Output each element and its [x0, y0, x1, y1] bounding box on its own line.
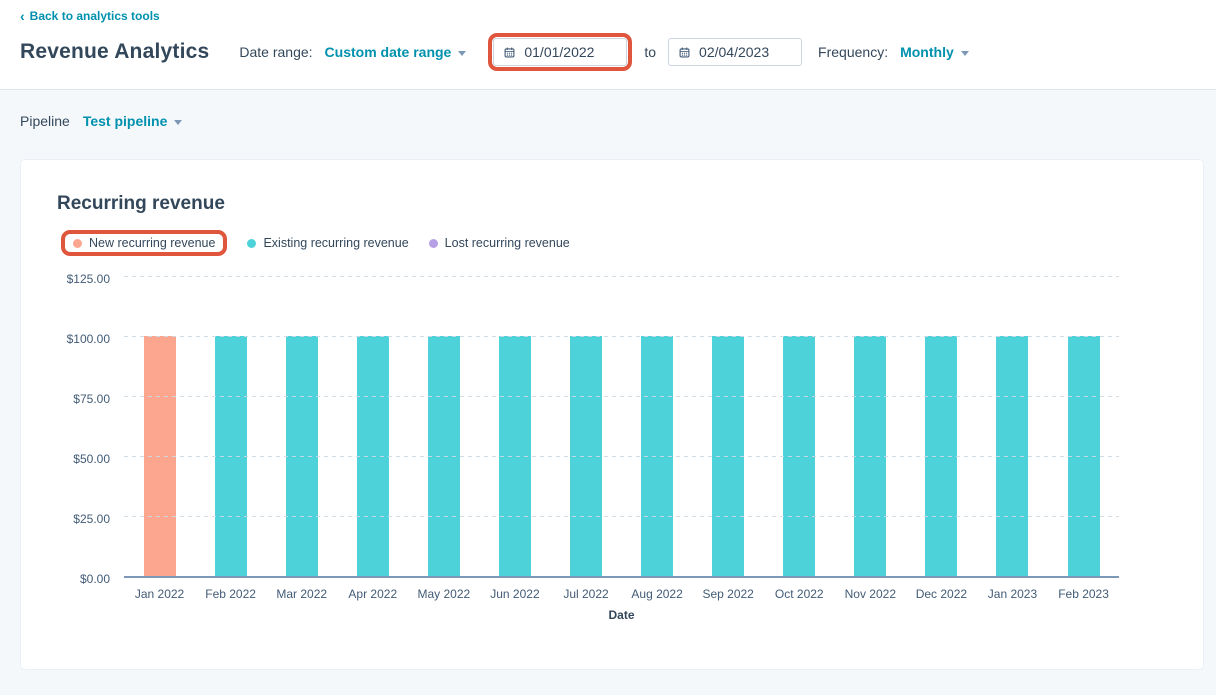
- legend-dot-existing-icon: [247, 239, 256, 248]
- chevron-down-icon: [961, 51, 969, 56]
- y-tick-label: $50.00: [73, 452, 110, 466]
- chart-legend: New recurring revenue Existing recurring…: [61, 230, 1203, 256]
- legend-label: New recurring revenue: [89, 236, 215, 250]
- bar-cell: [550, 278, 621, 576]
- x-axis-labels: Jan 2022Feb 2022Mar 2022Apr 2022May 2022…: [124, 587, 1119, 601]
- bar-cell: [195, 278, 266, 576]
- legend-label: Lost recurring revenue: [445, 236, 570, 250]
- pipeline-value: Test pipeline: [83, 113, 168, 129]
- bar-cell: [693, 278, 764, 576]
- page-header: ‹ Back to analytics tools Revenue Analyt…: [0, 0, 1216, 90]
- x-tick-label: Feb 2022: [195, 587, 266, 601]
- x-tick-label: Jan 2022: [124, 587, 195, 601]
- bar-cell: [906, 278, 977, 576]
- y-tick-label: $125.00: [67, 272, 110, 286]
- legend-item-new-recurring-revenue[interactable]: New recurring revenue: [73, 236, 215, 250]
- header-row: Revenue Analytics Date range: Custom dat…: [20, 33, 1216, 71]
- frequency-value: Monthly: [900, 44, 954, 60]
- x-tick-label: Jun 2022: [479, 587, 550, 601]
- pipeline-dropdown[interactable]: Test pipeline: [83, 113, 183, 129]
- date-controls: Date range: Custom date range: [239, 33, 968, 71]
- chevron-down-icon: [174, 120, 182, 125]
- frequency-dropdown[interactable]: Monthly: [900, 44, 969, 60]
- plot-area: [124, 278, 1119, 578]
- bar-cell: [1048, 278, 1119, 576]
- y-tick-label: $0.00: [80, 572, 110, 586]
- end-date-field[interactable]: [699, 44, 791, 60]
- y-tick-label: $100.00: [67, 332, 110, 346]
- page-content: Pipeline Test pipeline Recurring revenue…: [0, 90, 1216, 670]
- date-range-dropdown[interactable]: Custom date range: [325, 44, 467, 60]
- annotation-start-date-highlight: [488, 33, 632, 71]
- date-range-value: Custom date range: [325, 44, 452, 60]
- bar-cell: [835, 278, 906, 576]
- y-tick-label: $75.00: [73, 392, 110, 406]
- x-axis-title: Date: [124, 608, 1119, 622]
- x-tick-label: Dec 2022: [906, 587, 977, 601]
- bars: [124, 278, 1119, 576]
- bar-chart: $0.00$25.00$50.00$75.00$100.00$125.00 Ja…: [21, 278, 1203, 622]
- chart-title: Recurring revenue: [57, 193, 1203, 215]
- x-tick-label: Aug 2022: [622, 587, 693, 601]
- x-tick-label: Apr 2022: [337, 587, 408, 601]
- back-link-label: Back to analytics tools: [30, 9, 160, 23]
- gridline: [124, 456, 1119, 457]
- legend-item-existing-recurring-revenue[interactable]: Existing recurring revenue: [247, 236, 408, 250]
- legend-label: Existing recurring revenue: [263, 236, 408, 250]
- chevron-down-icon: [458, 51, 466, 56]
- end-date-input[interactable]: [668, 38, 802, 66]
- frequency-label: Frequency:: [818, 44, 888, 60]
- start-date-field[interactable]: [524, 44, 616, 60]
- x-tick-label: Jan 2023: [977, 587, 1048, 601]
- x-tick-label: Nov 2022: [835, 587, 906, 601]
- back-to-analytics-link[interactable]: ‹ Back to analytics tools: [20, 9, 160, 23]
- annotation-legend-highlight: New recurring revenue: [61, 230, 227, 256]
- x-tick-label: Mar 2022: [266, 587, 337, 601]
- legend-item-lost-recurring-revenue[interactable]: Lost recurring revenue: [429, 236, 570, 250]
- x-tick-label: May 2022: [408, 587, 479, 601]
- x-tick-label: Feb 2023: [1048, 587, 1119, 601]
- y-tick-label: $25.00: [73, 512, 110, 526]
- chevron-left-icon: ‹: [20, 10, 25, 22]
- bar-cell: [479, 278, 550, 576]
- date-range-label: Date range:: [239, 44, 312, 60]
- bar-cell: [977, 278, 1048, 576]
- gridline: [124, 336, 1119, 337]
- calendar-icon: [504, 45, 515, 60]
- to-label: to: [644, 44, 656, 60]
- bar-cell: [622, 278, 693, 576]
- bar-cell: [124, 278, 195, 576]
- y-axis: $0.00$25.00$50.00$75.00$100.00$125.00: [21, 278, 124, 578]
- plot-wrap: Jan 2022Feb 2022Mar 2022Apr 2022May 2022…: [124, 278, 1119, 622]
- bar-cell: [266, 278, 337, 576]
- bar-cell: [408, 278, 479, 576]
- calendar-icon: [679, 45, 690, 60]
- x-tick-label: Oct 2022: [764, 587, 835, 601]
- pipeline-label: Pipeline: [20, 113, 70, 129]
- legend-dot-lost-icon: [429, 239, 438, 248]
- bar-cell: [337, 278, 408, 576]
- bar-cell: [764, 278, 835, 576]
- chart-card: Recurring revenue New recurring revenue …: [20, 159, 1204, 670]
- page-title: Revenue Analytics: [20, 40, 209, 64]
- start-date-input[interactable]: [493, 38, 627, 66]
- pipeline-filter-row: Pipeline Test pipeline: [20, 90, 1204, 129]
- x-tick-label: Sep 2022: [693, 587, 764, 601]
- x-tick-label: Jul 2022: [550, 587, 621, 601]
- legend-dot-new-icon: [73, 239, 82, 248]
- gridline: [124, 396, 1119, 397]
- gridline: [124, 516, 1119, 517]
- gridline: [124, 276, 1119, 277]
